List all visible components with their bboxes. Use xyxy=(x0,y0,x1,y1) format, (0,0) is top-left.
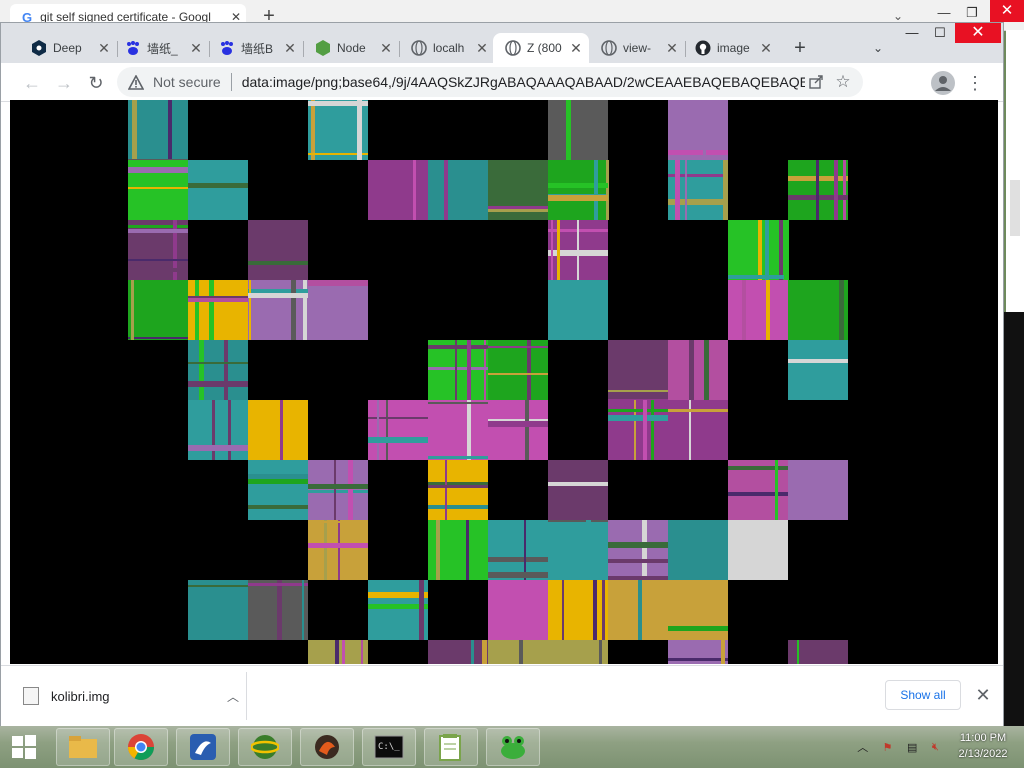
globe-icon xyxy=(411,40,427,56)
globe-icon xyxy=(505,40,521,56)
url-text[interactable]: data:image/png;base64,/9j/4AAQSkZJRgABAQ… xyxy=(242,74,805,90)
close-icon[interactable]: ✕ xyxy=(95,40,113,57)
background-window-edge xyxy=(1004,312,1024,726)
tab-wallpaper-1[interactable]: 墙纸_ ✕ xyxy=(113,33,209,63)
profile-avatar-icon[interactable] xyxy=(931,71,955,95)
minimize-icon[interactable]: — xyxy=(930,2,958,24)
more-options-icon[interactable]: ⋮ xyxy=(965,70,985,96)
bookmark-star-icon[interactable]: ☆ xyxy=(831,71,855,93)
taskbar: C:\_ ︿ ⚑ ▤ 🔇︎ 11:00 PM 2/13/2022 xyxy=(0,726,1024,768)
scrollbar-thumb[interactable] xyxy=(1010,180,1020,236)
close-window-button[interactable]: ✕ xyxy=(955,23,1001,43)
close-icon[interactable]: ✕ xyxy=(377,40,395,57)
clock-date: 2/13/2022 xyxy=(958,748,1008,760)
tab-node[interactable]: Node ✕ xyxy=(303,33,399,63)
tab-github-image[interactable]: image ✕ xyxy=(683,33,779,63)
reload-icon[interactable]: ↻ xyxy=(83,70,109,96)
svg-text:C:\_: C:\_ xyxy=(378,742,400,752)
flag-icon[interactable]: ⚑ xyxy=(883,741,893,754)
globe-app-icon[interactable] xyxy=(238,728,292,766)
baidu-paw-icon xyxy=(125,40,141,56)
baidu-paw-icon xyxy=(219,40,235,56)
close-icon[interactable]: ✕ xyxy=(663,40,681,57)
globe-icon xyxy=(601,40,617,56)
nodejs-icon xyxy=(315,40,331,56)
terminal-icon[interactable]: C:\_ xyxy=(362,728,416,766)
downloads-bar: kolibri.img ︿ Show all ✕ xyxy=(1,665,1003,726)
glitched-image xyxy=(128,100,848,664)
clock[interactable]: 11:00 PM 2/13/2022 xyxy=(948,730,1018,764)
tab-deepl[interactable]: Deep ✕ xyxy=(19,33,117,63)
qemu-icon[interactable] xyxy=(176,728,230,766)
chevron-up-icon[interactable]: ︿ xyxy=(223,688,243,705)
close-icon[interactable]: ✕ xyxy=(187,40,205,57)
close-icon[interactable]: ✕ xyxy=(281,40,299,57)
download-file-name: kolibri.img xyxy=(51,688,110,704)
frog-app-icon[interactable] xyxy=(486,728,540,766)
notepadpp-icon[interactable] xyxy=(424,728,478,766)
address-divider xyxy=(230,73,232,91)
new-tab-button[interactable]: + xyxy=(787,35,813,61)
address-bar[interactable]: Not secure data:image/png;base64,/9j/4AA… xyxy=(117,67,863,97)
close-icon[interactable]: ✕ xyxy=(473,40,491,57)
tab-localhost[interactable]: localh ✕ xyxy=(399,33,495,63)
browser-toolbar: ← → ↻ Not secure data:image/png;base64,/… xyxy=(1,63,1003,102)
windows-start-icon[interactable] xyxy=(4,730,44,764)
network-icon[interactable]: ▤ xyxy=(907,741,917,754)
not-secure-label[interactable]: Not secure xyxy=(153,74,221,90)
maximize-icon[interactable]: ☐ xyxy=(925,23,955,45)
tab-strip: Deep ✕ 墙纸_ ✕ 墙纸B ✕ Node ✕ localh ✕ Z (80… xyxy=(1,23,1003,63)
bird-app-icon[interactable] xyxy=(300,728,354,766)
tab-view[interactable]: view- ✕ xyxy=(589,33,685,63)
show-all-button[interactable]: Show all xyxy=(885,680,961,710)
tab-wallpaper-2[interactable]: 墙纸B ✕ xyxy=(207,33,303,63)
file-explorer-icon[interactable] xyxy=(56,728,110,766)
page-content-image xyxy=(10,100,998,664)
chevron-up-icon[interactable]: ︿ xyxy=(857,739,868,755)
close-icon[interactable]: ✕ xyxy=(973,682,993,708)
close-icon[interactable]: ✕ xyxy=(757,40,775,57)
github-icon xyxy=(695,40,711,56)
system-tray: ︿ ⚑ ▤ 🔇︎ xyxy=(850,730,946,764)
close-icon[interactable]: ✕ xyxy=(567,40,585,57)
volume-muted-icon[interactable]: 🔇︎ xyxy=(932,741,939,754)
share-icon[interactable] xyxy=(805,71,827,93)
close-window-button[interactable]: ✕ xyxy=(990,0,1024,22)
deepl-icon xyxy=(31,40,47,56)
tab-active[interactable]: Z (800 ✕ xyxy=(493,33,589,63)
back-arrow-icon[interactable]: ← xyxy=(19,70,45,96)
download-divider xyxy=(246,672,247,720)
clock-time: 11:00 PM xyxy=(959,732,1007,744)
file-icon xyxy=(23,687,39,705)
restore-icon[interactable]: ❐ xyxy=(958,2,986,24)
chrome-icon[interactable] xyxy=(114,728,168,766)
forward-arrow-icon[interactable]: → xyxy=(51,70,77,96)
download-item[interactable]: kolibri.img ︿ xyxy=(23,682,243,710)
warning-icon[interactable] xyxy=(127,73,145,91)
minimize-icon[interactable]: — xyxy=(897,23,927,45)
tab-search-icon[interactable]: ⌄ xyxy=(867,37,889,59)
